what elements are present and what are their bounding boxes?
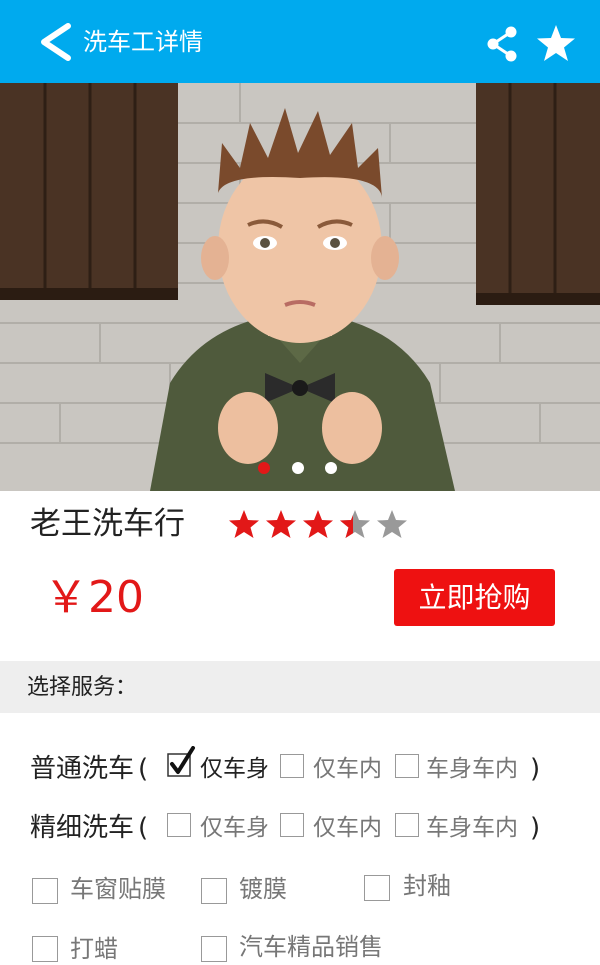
open-paren: ( xyxy=(138,813,149,843)
fine-option-interior[interactable]: 仅车内 xyxy=(313,812,382,844)
star-empty-icon xyxy=(377,510,407,538)
services-section-header: 选择服务： xyxy=(0,661,600,713)
fine-body-checkbox[interactable] xyxy=(167,813,191,837)
fine-option-body[interactable]: 仅车身 xyxy=(200,812,269,844)
waxing-checkbox[interactable] xyxy=(32,936,58,962)
hero-photo[interactable] xyxy=(0,83,600,491)
coating-checkbox[interactable] xyxy=(201,878,227,904)
close-paren: ) xyxy=(530,754,541,784)
app-header: 洗车工详情 xyxy=(0,0,600,83)
page-title: 洗车工详情 xyxy=(83,28,203,56)
fine-interior-checkbox[interactable] xyxy=(280,813,304,837)
normal-interior-checkbox[interactable] xyxy=(280,754,304,778)
star-icon xyxy=(303,510,333,538)
close-paren: ) xyxy=(530,813,541,843)
carousel-indicator xyxy=(0,462,600,478)
normal-both-checkbox[interactable] xyxy=(395,754,419,778)
normal-option-interior[interactable]: 仅车内 xyxy=(313,753,382,785)
fine-option-both[interactable]: 车身车内 xyxy=(426,812,518,844)
share-icon[interactable] xyxy=(484,24,520,64)
star-icon xyxy=(229,510,259,538)
extra-window-film[interactable]: 车窗贴膜 xyxy=(70,873,166,905)
buy-now-button[interactable]: 立即抢购 xyxy=(394,569,555,626)
fine-both-checkbox[interactable] xyxy=(395,813,419,837)
normal-option-body[interactable]: 仅车身 xyxy=(200,753,269,785)
back-arrow-icon[interactable] xyxy=(34,20,78,64)
carousel-dot-1[interactable] xyxy=(258,462,270,474)
star-icon xyxy=(266,510,296,538)
glaze-checkbox[interactable] xyxy=(364,875,390,901)
extra-coating[interactable]: 镀膜 xyxy=(239,873,287,905)
open-paren: ( xyxy=(138,754,149,784)
extra-accessories[interactable]: 汽车精品销售 xyxy=(239,931,383,963)
shop-name: 老王洗车行 xyxy=(30,506,185,542)
extra-glaze[interactable]: 封釉 xyxy=(403,870,451,902)
star-icon[interactable] xyxy=(536,24,576,62)
rating-stars xyxy=(229,510,407,538)
window-film-checkbox[interactable] xyxy=(32,878,58,904)
normal-wash-label: 普通洗车 xyxy=(30,754,135,784)
section-title: 选择服务： xyxy=(27,675,138,700)
fine-wash-label: 精细洗车 xyxy=(30,813,135,843)
price: ￥20 xyxy=(44,572,144,623)
extra-waxing[interactable]: 打蜡 xyxy=(70,933,118,965)
carousel-dot-2[interactable] xyxy=(292,462,304,474)
checkmark-icon[interactable] xyxy=(166,746,196,778)
normal-option-both[interactable]: 车身车内 xyxy=(426,753,518,785)
carousel-dot-3[interactable] xyxy=(325,462,337,474)
accessories-checkbox[interactable] xyxy=(201,936,227,962)
